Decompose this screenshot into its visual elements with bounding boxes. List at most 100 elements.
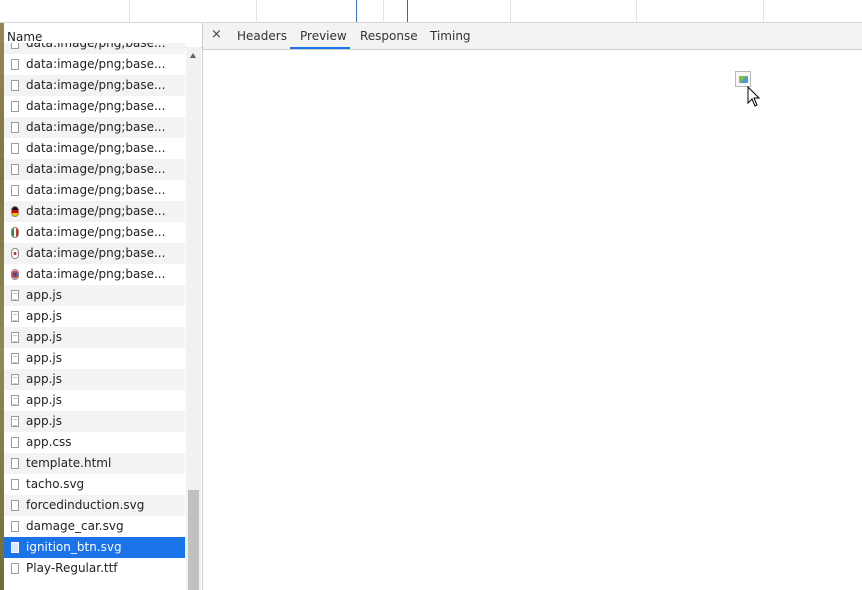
request-name: data:image/png;base... xyxy=(26,162,166,176)
request-name: app.js xyxy=(26,393,62,407)
request-name: app.js xyxy=(26,372,62,386)
request-name: forcedinduction.svg xyxy=(26,498,145,512)
request-name: data:image/png;base... xyxy=(26,141,166,155)
overview-gridline xyxy=(129,0,130,22)
request-row[interactable]: damage_car.svg xyxy=(4,516,185,537)
request-row[interactable]: forcedinduction.svg xyxy=(4,495,185,516)
dom-content-loaded-marker xyxy=(356,0,357,22)
tab-timing[interactable]: Timing xyxy=(430,29,471,49)
request-name: data:image/png;base... xyxy=(26,78,166,92)
file-icon xyxy=(11,143,19,154)
request-name: data:image/png;base... xyxy=(26,99,166,113)
scroll-up-arrow-icon[interactable] xyxy=(190,53,196,58)
german-flag-icon xyxy=(11,206,19,217)
request-name: app.js xyxy=(26,351,62,365)
request-name: app.js xyxy=(26,288,62,302)
request-row[interactable]: app.js xyxy=(4,285,185,306)
file-icon xyxy=(11,164,19,175)
request-row[interactable]: data:image/png;base... xyxy=(4,43,185,54)
request-row[interactable]: data:image/png;base... xyxy=(4,138,185,159)
us-flag-icon xyxy=(11,269,19,280)
request-name: data:image/png;base... xyxy=(26,225,166,239)
overview-gridline xyxy=(256,0,257,22)
request-name: app.js xyxy=(26,414,62,428)
close-details-icon[interactable]: × xyxy=(211,27,222,42)
overview-gridline xyxy=(383,0,384,22)
file-icon xyxy=(11,479,19,490)
request-name: data:image/png;base... xyxy=(26,267,166,281)
request-details-pane: × Headers Preview Response Timing xyxy=(203,23,862,590)
request-name: app.css xyxy=(26,435,72,449)
file-icon xyxy=(11,437,19,448)
request-row[interactable]: Play-Regular.ttf xyxy=(4,558,185,579)
request-row[interactable]: app.js xyxy=(4,306,185,327)
japanese-flag-icon xyxy=(11,248,19,259)
request-row[interactable]: ignition_btn.svg xyxy=(4,537,185,558)
request-name: app.js xyxy=(26,309,62,323)
file-icon xyxy=(11,458,19,469)
text-file-icon xyxy=(11,353,19,364)
text-file-icon xyxy=(11,395,19,406)
italian-flag-icon xyxy=(11,227,19,238)
file-icon xyxy=(11,59,19,70)
text-file-icon xyxy=(11,311,19,322)
file-icon xyxy=(11,185,19,196)
request-row[interactable]: data:image/png;base... xyxy=(4,159,185,180)
file-icon xyxy=(11,122,19,133)
request-name: tacho.svg xyxy=(26,477,85,491)
file-icon xyxy=(11,500,19,511)
text-file-icon xyxy=(11,290,19,301)
request-name: app.js xyxy=(26,330,62,344)
request-name: template.html xyxy=(26,456,112,470)
image-file-icon xyxy=(11,542,19,553)
request-row[interactable]: tacho.svg xyxy=(4,474,185,495)
request-name: data:image/png;base... xyxy=(26,183,166,197)
request-name: ignition_btn.svg xyxy=(26,540,122,554)
request-name: Play-Regular.ttf xyxy=(26,561,118,575)
mouse-cursor-icon xyxy=(747,86,761,107)
overview-gridline xyxy=(636,0,637,22)
name-column-label: Name xyxy=(7,30,43,44)
network-overview-timeline[interactable] xyxy=(0,0,862,23)
request-row[interactable]: data:image/png;base... xyxy=(4,117,185,138)
request-row[interactable]: app.js xyxy=(4,348,185,369)
request-row[interactable]: data:image/png;base... xyxy=(4,54,185,75)
active-tab-indicator xyxy=(290,47,350,49)
request-name: data:image/png;base... xyxy=(26,204,166,218)
request-row[interactable]: data:image/png;base... xyxy=(4,201,185,222)
request-name: data:image/png;base... xyxy=(26,120,166,134)
request-row[interactable]: app.js xyxy=(4,390,185,411)
request-list-scrollbar[interactable] xyxy=(186,47,201,590)
details-tabbar: × Headers Preview Response Timing xyxy=(203,23,862,50)
tab-headers[interactable]: Headers xyxy=(237,29,287,49)
request-row[interactable]: data:image/png;base... xyxy=(4,243,185,264)
request-row[interactable]: app.js xyxy=(4,327,185,348)
file-icon xyxy=(11,563,19,574)
file-icon xyxy=(11,101,19,112)
request-row[interactable]: data:image/png;base... xyxy=(4,180,185,201)
text-file-icon xyxy=(11,332,19,343)
tab-preview[interactable]: Preview xyxy=(300,29,347,49)
request-name: data:image/png;base... xyxy=(26,43,166,50)
file-icon xyxy=(11,80,19,91)
file-icon xyxy=(11,43,19,49)
request-row[interactable]: data:image/png;base... xyxy=(4,96,185,117)
request-row[interactable]: app.css xyxy=(4,432,185,453)
request-row[interactable]: app.js xyxy=(4,411,185,432)
request-row[interactable]: data:image/png;base... xyxy=(4,75,185,96)
request-row[interactable]: app.js xyxy=(4,369,185,390)
request-row[interactable]: template.html xyxy=(4,453,185,474)
text-file-icon xyxy=(11,416,19,427)
request-name: data:image/png;base... xyxy=(26,246,166,260)
load-event-marker xyxy=(407,0,408,22)
request-row[interactable]: data:image/png;base... xyxy=(4,264,185,285)
scroll-thumb[interactable] xyxy=(188,490,199,590)
text-file-icon xyxy=(11,374,19,385)
request-list-panel: Name data:image/png;base... data:image/pn… xyxy=(4,23,203,590)
tab-response[interactable]: Response xyxy=(360,29,418,49)
request-name: damage_car.svg xyxy=(26,519,124,533)
request-rows: data:image/png;base... data:image/png;bas… xyxy=(4,43,185,590)
overview-gridline xyxy=(510,0,511,22)
request-row[interactable]: data:image/png;base... xyxy=(4,222,185,243)
overview-gridline xyxy=(763,0,764,22)
